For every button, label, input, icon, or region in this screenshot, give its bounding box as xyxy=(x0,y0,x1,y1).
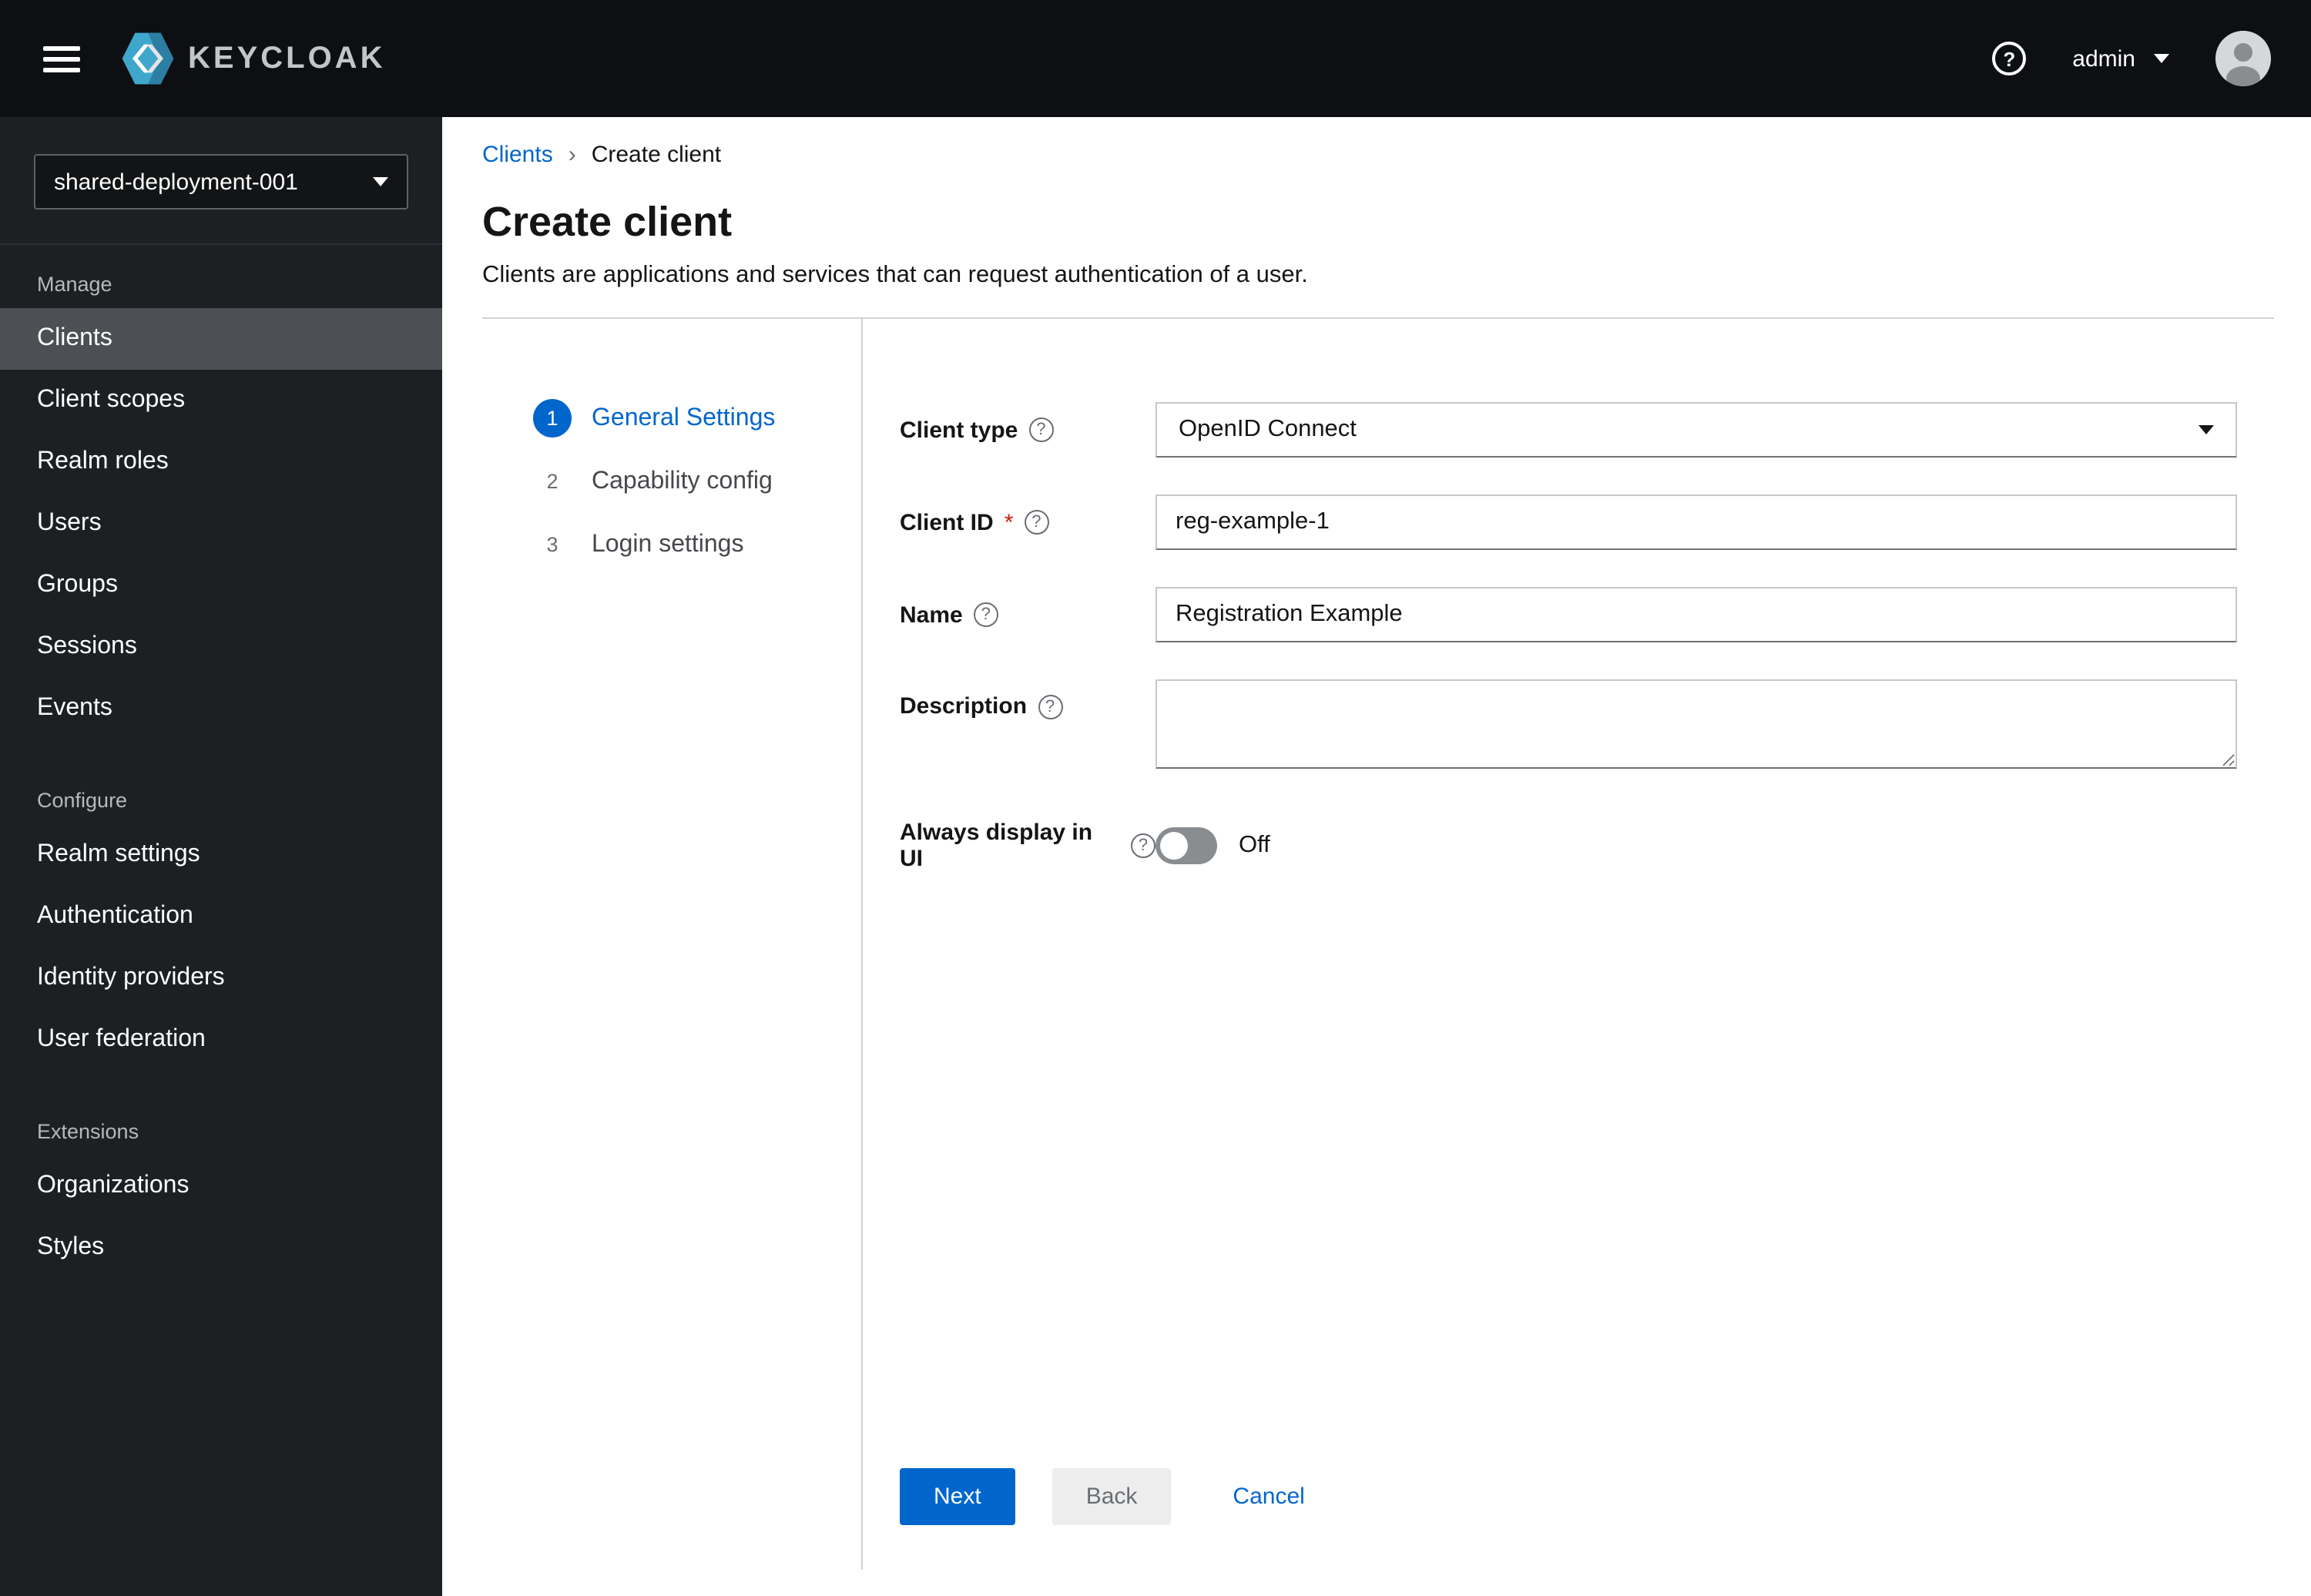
sidebar-item-clients[interactable]: Clients xyxy=(0,308,442,370)
sidebar-item-authentication[interactable]: Authentication xyxy=(0,886,442,947)
always-display-label-wrap: Always display in UI ? xyxy=(900,820,1156,872)
client-type-label: Client type xyxy=(900,417,1018,443)
page-header: Clients › Create client Create client Cl… xyxy=(442,117,2311,319)
always-display-label: Always display in UI xyxy=(900,820,1093,872)
breadcrumb: Clients › Create client xyxy=(482,142,2274,169)
help-icon[interactable]: ? xyxy=(1992,42,2027,75)
name-label: Name xyxy=(900,602,963,628)
description-row: Description ? xyxy=(900,679,2237,776)
client-id-input[interactable] xyxy=(1156,495,2237,550)
realm-name: shared-deployment-001 xyxy=(54,169,298,195)
nav-section-configure: Configure Realm settings Authentication … xyxy=(0,761,442,1071)
main-content: Clients › Create client Create client Cl… xyxy=(442,117,2311,1596)
layout: shared-deployment-001 Manage Clients Cli… xyxy=(0,117,2311,1596)
name-label-wrap: Name ? xyxy=(900,602,1156,628)
client-id-row: Client ID * ? xyxy=(900,495,2237,550)
client-type-select[interactable]: OpenID Connect xyxy=(1156,402,2237,458)
back-button[interactable]: Back xyxy=(1052,1468,1172,1525)
avatar[interactable] xyxy=(2215,31,2271,86)
step-label: Capability config xyxy=(592,468,773,494)
always-display-row: Always display in UI ? Off xyxy=(900,820,2237,872)
chevron-down-icon xyxy=(2199,425,2214,434)
sidebar-item-styles[interactable]: Styles xyxy=(0,1217,442,1279)
sidebar-item-identity-providers[interactable]: Identity providers xyxy=(0,947,442,1009)
description-label-wrap: Description ? xyxy=(900,679,1156,719)
client-type-value: OpenID Connect xyxy=(1179,416,1357,442)
wizard-step-capability-config[interactable]: 2 Capability config xyxy=(533,462,861,501)
sidebar-item-realm-roles[interactable]: Realm roles xyxy=(0,431,442,493)
app-root: KEYCLOAK ? admin shared-deployment-001 M… xyxy=(0,0,2311,1596)
client-type-row: Client type ? OpenID Connect xyxy=(900,402,2237,458)
help-icon[interactable]: ? xyxy=(973,602,998,627)
client-type-label-wrap: Client type ? xyxy=(900,417,1156,443)
sidebar-item-groups[interactable]: Groups xyxy=(0,555,442,616)
step-number: 3 xyxy=(546,533,558,556)
description-textarea[interactable] xyxy=(1156,679,2237,769)
help-icon[interactable]: ? xyxy=(1028,417,1054,442)
realm-selector-wrap: shared-deployment-001 xyxy=(0,117,442,245)
step-label: Login settings xyxy=(592,531,744,557)
general-settings-form: Client type ? OpenID Connect Client ID *… xyxy=(863,319,2311,1596)
sidebar-item-events[interactable]: Events xyxy=(0,678,442,739)
client-id-label-wrap: Client ID * ? xyxy=(900,509,1156,535)
nav-section-title: Manage xyxy=(37,273,112,296)
nav-section-extensions: Extensions Organizations Styles xyxy=(0,1092,442,1279)
always-display-toggle-wrap: Off xyxy=(1156,827,1270,864)
page-subtitle: Clients are applications and services th… xyxy=(482,262,1308,288)
nav-section-title: Configure xyxy=(37,789,128,812)
sidebar-item-sessions[interactable]: Sessions xyxy=(0,616,442,678)
cancel-button[interactable]: Cancel xyxy=(1223,1468,1313,1525)
required-marker: * xyxy=(1004,509,1014,535)
wizard-footer: Next Back Cancel xyxy=(900,1468,1314,1525)
brand-text: KEYCLOAK xyxy=(188,41,386,75)
toggle-state-label: Off xyxy=(1239,832,1270,858)
next-button[interactable]: Next xyxy=(900,1468,1015,1525)
wizard-content: 1 General Settings 2 Capability config 3… xyxy=(442,319,2311,1596)
sidebar-item-realm-settings[interactable]: Realm settings xyxy=(0,824,442,886)
sidebar-item-users[interactable]: Users xyxy=(0,493,442,555)
step-number: 2 xyxy=(546,470,558,493)
sidebar-item-organizations[interactable]: Organizations xyxy=(0,1155,442,1217)
name-input[interactable] xyxy=(1156,587,2237,642)
nav-section-title: Extensions xyxy=(37,1120,139,1143)
keycloak-logo: KEYCLOAK xyxy=(117,28,385,89)
name-row: Name ? xyxy=(900,587,2237,642)
help-icon[interactable]: ? xyxy=(1024,510,1049,535)
breadcrumb-current: Create client xyxy=(591,142,722,168)
chevron-down-icon xyxy=(373,177,388,186)
keycloak-logo-icon xyxy=(117,28,179,89)
help-icon[interactable]: ? xyxy=(1038,694,1063,719)
sidebar: shared-deployment-001 Manage Clients Cli… xyxy=(0,117,442,1596)
description-label: Description xyxy=(900,693,1028,719)
nav-section-manage: Manage Clients Client scopes Realm roles… xyxy=(0,245,442,739)
wizard-steps: 1 General Settings 2 Capability config 3… xyxy=(442,319,863,1570)
user-menu[interactable]: admin xyxy=(2072,45,2169,72)
topbar-right: ? admin xyxy=(1992,31,2271,86)
user-name: admin xyxy=(2072,45,2135,72)
breadcrumb-clients-link[interactable]: Clients xyxy=(482,142,553,169)
help-icon[interactable]: ? xyxy=(1131,833,1156,858)
breadcrumb-chevron-icon: › xyxy=(568,142,576,168)
page-title: Create client xyxy=(482,199,733,245)
chevron-down-icon xyxy=(2154,54,2169,63)
step-label: General Settings xyxy=(592,404,776,431)
client-id-label: Client ID xyxy=(900,509,994,535)
hamburger-menu-icon[interactable] xyxy=(40,30,83,87)
sidebar-item-client-scopes[interactable]: Client scopes xyxy=(0,370,442,431)
wizard-step-login-settings[interactable]: 3 Login settings xyxy=(533,525,861,564)
sidebar-item-user-federation[interactable]: User federation xyxy=(0,1009,442,1071)
top-bar: KEYCLOAK ? admin xyxy=(0,0,2311,117)
wizard-step-general-settings[interactable]: 1 General Settings xyxy=(533,399,861,438)
always-display-toggle[interactable] xyxy=(1156,827,1217,864)
step-number: 1 xyxy=(533,399,572,438)
realm-selector[interactable]: shared-deployment-001 xyxy=(34,154,408,210)
